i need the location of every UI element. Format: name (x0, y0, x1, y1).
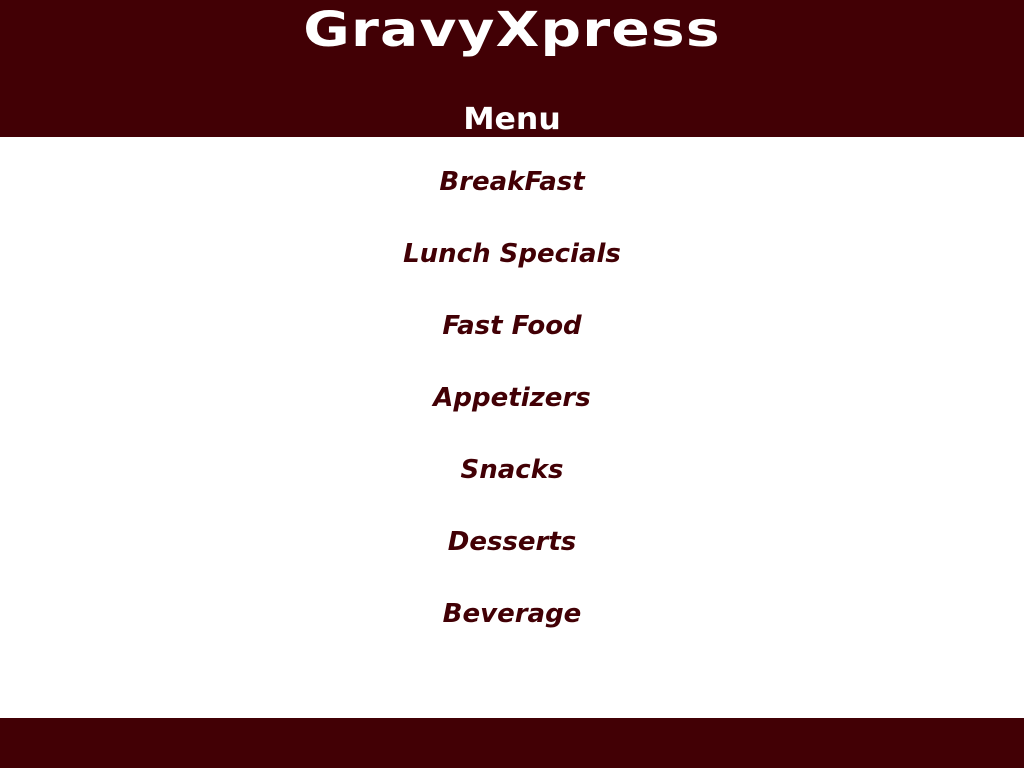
brand-title: GravyXpress (303, 2, 721, 58)
menu-heading: Menu (463, 102, 561, 137)
menu-item-snacks[interactable]: Snacks (0, 448, 1024, 520)
menu-item-lunch-specials[interactable]: Lunch Specials (0, 232, 1024, 304)
menu-item-fast-food[interactable]: Fast Food (0, 304, 1024, 376)
footer-bar (0, 718, 1024, 768)
menu-item-desserts[interactable]: Desserts (0, 520, 1024, 592)
menu-item-breakfast[interactable]: BreakFast (0, 160, 1024, 232)
header-bar: GravyXpress Menu (0, 0, 1024, 137)
menu-item-beverage[interactable]: Beverage (0, 592, 1024, 664)
app-window: GravyXpress Menu BreakFast Lunch Special… (0, 0, 1024, 768)
menu-item-appetizers[interactable]: Appetizers (0, 376, 1024, 448)
menu-list: BreakFast Lunch Specials Fast Food Appet… (0, 160, 1024, 664)
